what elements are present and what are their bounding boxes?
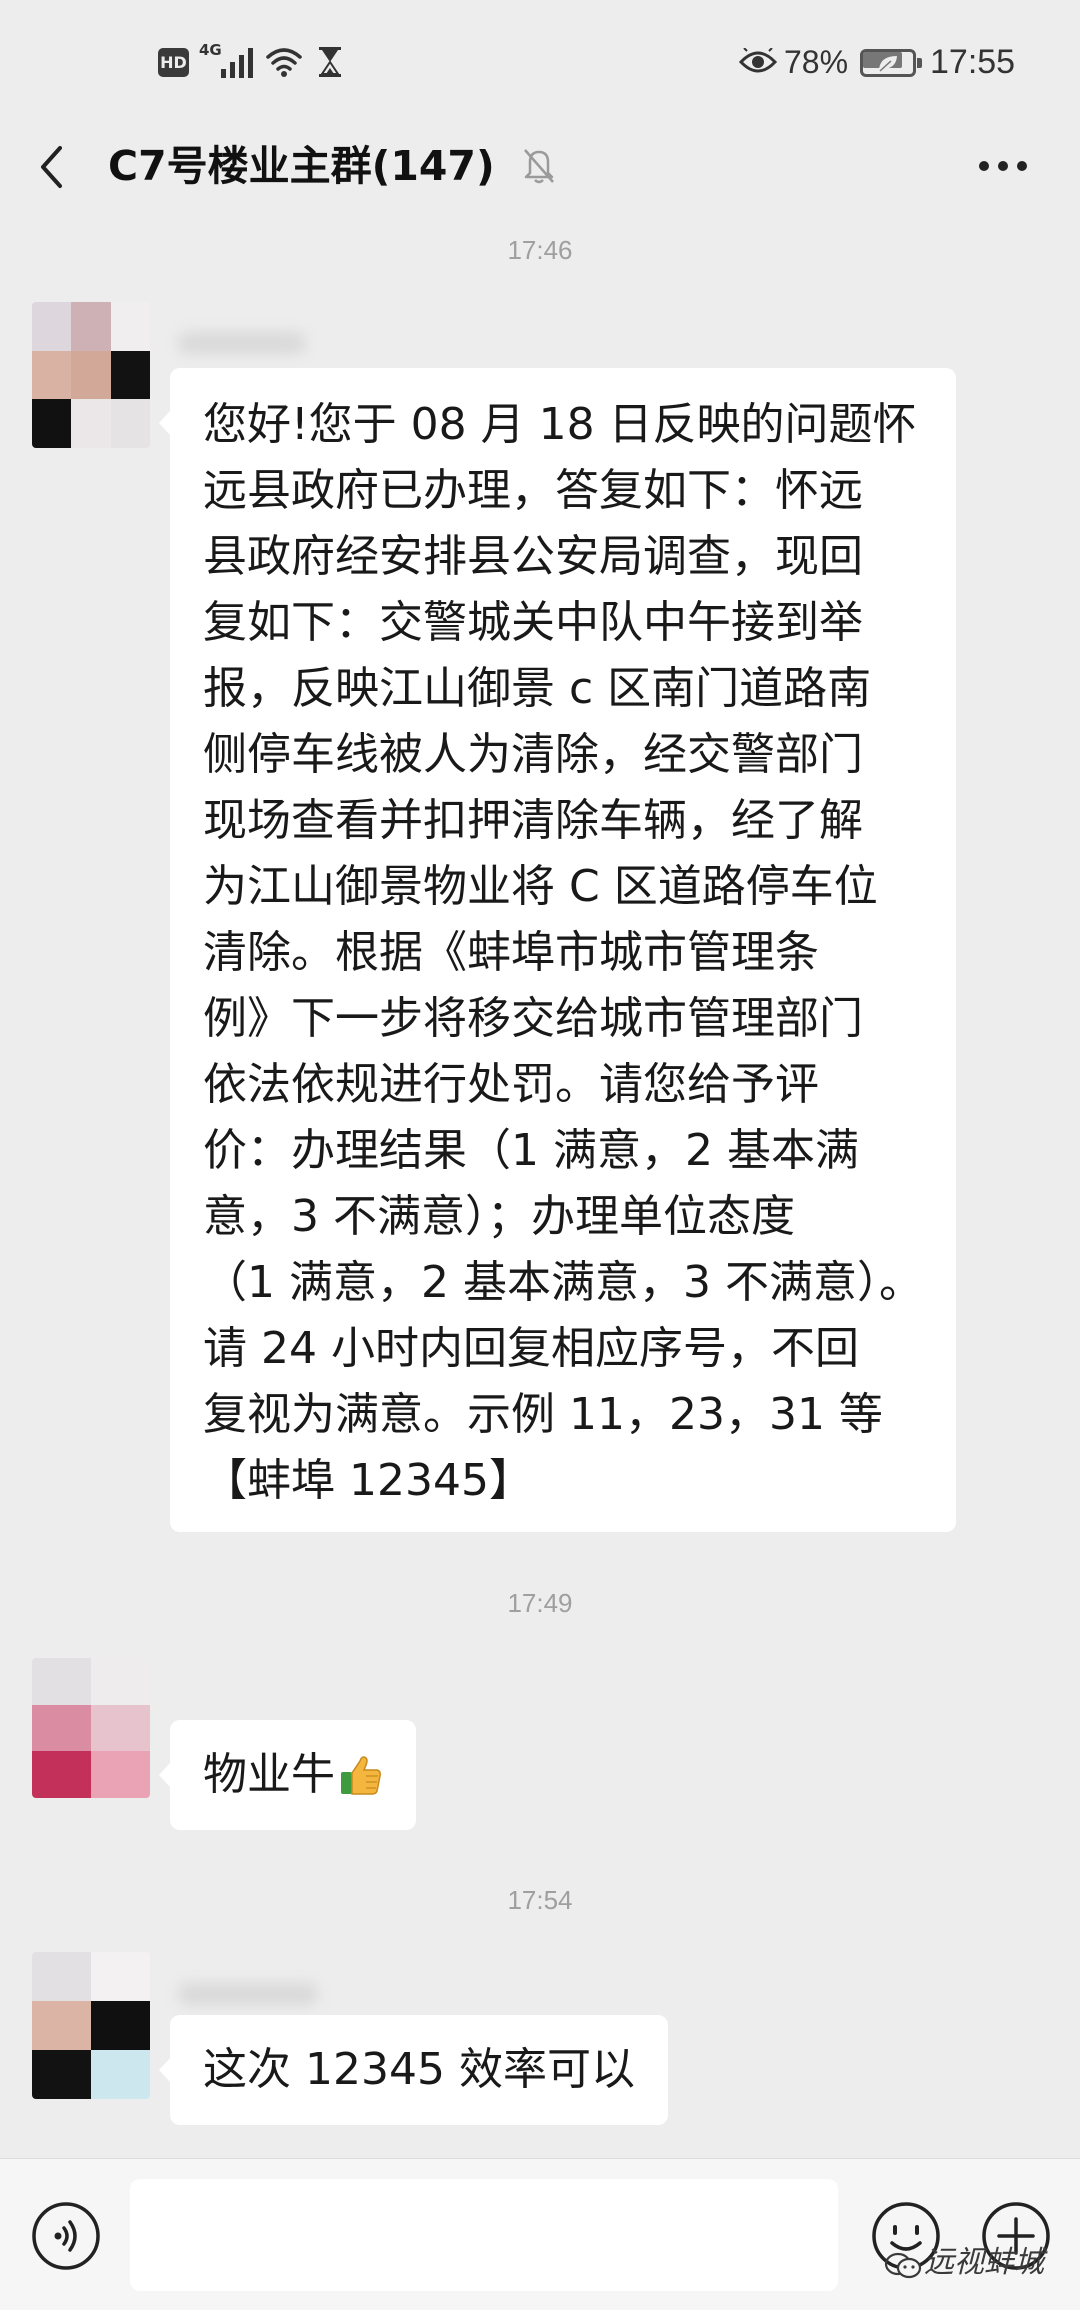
message-line: 现场查看并扣押清除车辆，经了解 [203,795,863,846]
message-timestamp: 17:49 [507,1588,573,1618]
message-line: （1 满意，2 基本满意，3 不满意）。 [203,1257,923,1308]
sender-name-blurred [178,332,306,354]
network-type-label: 4G [199,41,222,59]
official-account-logo-icon [884,2251,922,2281]
message-bubble[interactable]: 这次 12345 效率可以 [159,2015,668,2125]
message-input[interactable] [130,2179,838,2291]
message-line: 县政府经安排县公安局调查，现回 [203,531,863,582]
avatar[interactable] [32,1952,150,2099]
back-arrow-icon[interactable] [36,143,66,191]
hourglass-icon [318,47,342,77]
chat-title: C7号楼业主群(147) [108,142,495,190]
voice-icon[interactable] [31,2201,101,2271]
message-line: 【蚌埠 12345】 [203,1455,533,1506]
message-line: 请 24 小时内回复相应序号，不回 [203,1323,859,1374]
message-line: 复如下：交警城关中队中午接到举 [203,597,863,648]
message-line: 复视为满意。示例 11，23，31 等 [203,1389,883,1440]
message-bubble[interactable]: 您好!您于 08 月 18 日反映的问题怀 远县政府已办理，答复如下：怀远 县政… [159,368,956,1532]
watermark-text: 远视蚌城 [924,2245,1044,2280]
message-line: 您好!您于 08 月 18 日反映的问题怀 [203,399,917,450]
signal-icon [221,48,253,78]
avatar[interactable] [32,1658,150,1798]
eye-comfort-icon [739,48,777,76]
message-timestamp: 17:54 [507,1885,573,1915]
chat-header: C7号楼业主群(147) [0,125,1080,235]
message-line: 侧停车线被人为清除，经交警部门 [203,729,863,780]
message-line: 远县政府已办理，答复如下：怀远 [203,465,863,516]
battery-percent: 78% [784,44,849,80]
battery-nub [917,58,922,68]
sender-name-blurred [178,1983,318,2005]
message-line: 为江山御景物业将 C 区道路停车位 [203,861,878,912]
status-bar: HD 4G 78% 17:55 [0,0,1080,125]
hd-badge: HD [158,48,189,77]
power-saving-leaf-icon [876,53,900,73]
mute-bell-icon [521,146,557,184]
message-line: 依法依规进行处罚。请您给予评 [203,1059,819,1110]
message-bubble[interactable]: 物业牛 [159,1720,416,1830]
thumbs-up-icon [339,1753,383,1797]
message-line: 清除。根据《蚌埠市城市管理条 [203,927,819,978]
avatar[interactable] [32,302,150,448]
message-line: 报，反映江山御景 c 区南门道路南 [203,663,872,714]
more-dots-icon[interactable] [978,160,1028,172]
battery-icon [860,49,922,77]
message-text: 这次 12345 效率可以 [203,2044,635,2095]
wifi-icon [265,46,303,78]
clock-time: 17:55 [930,43,1016,81]
message-line: 价：办理结果（1 满意，2 基本满 [203,1125,859,1176]
message-timestamp: 17:46 [507,235,573,265]
message-line: 例》下一步将移交给城市管理部门 [203,993,863,1044]
message-line: 意，3 不满意）；办理单位态度 [203,1191,795,1242]
message-text: 物业牛 [203,1749,335,1800]
input-bar: 远视蚌城 [0,2158,1080,2310]
